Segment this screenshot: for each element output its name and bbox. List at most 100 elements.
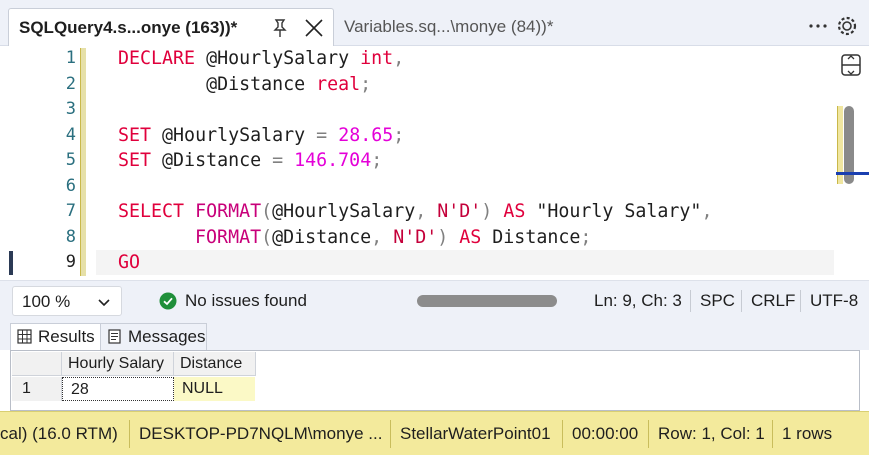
editor-margin: [0, 46, 14, 280]
code-line-9: GO: [118, 250, 140, 276]
punct: ): [437, 226, 449, 248]
encoding[interactable]: UTF-8: [810, 291, 858, 311]
tab-sqlquery4[interactable]: SQLQuery4.s...onye (163))*: [8, 8, 334, 46]
tab-messages[interactable]: Messages: [100, 323, 207, 350]
chevron-down-icon: [97, 296, 111, 308]
column-header[interactable]: Distance: [174, 352, 256, 376]
horizontal-scrollbar-thumb[interactable]: [417, 295, 557, 307]
whitespace-mode[interactable]: SPC: [700, 291, 735, 311]
alias: Distance: [492, 226, 581, 248]
keyword: SELECT: [118, 201, 185, 222]
line-number: 2: [65, 73, 76, 94]
divider: [772, 420, 773, 448]
punct: ;: [580, 226, 592, 248]
string: N'D': [393, 226, 438, 248]
divider: [129, 420, 130, 448]
code-line-7: SELECT FORMAT(@HourlySalary, N'D') AS "H…: [118, 199, 712, 225]
elapsed-time: 00:00:00: [572, 424, 639, 443]
variable: @Distance: [272, 226, 372, 248]
punct: ,: [371, 226, 383, 248]
line-number: 3: [65, 99, 76, 119]
function: FORMAT: [195, 226, 262, 248]
vertical-scrollbar[interactable]: [836, 46, 869, 280]
messages-icon: [107, 326, 122, 344]
grid-corner[interactable]: [12, 352, 62, 376]
number: 146.704: [294, 150, 372, 171]
line-number: 5: [65, 150, 76, 170]
cursor-position[interactable]: Ln: 9, Ch: 3: [594, 291, 682, 311]
zoom-value: 100 %: [22, 292, 71, 311]
tab-results[interactable]: Results: [10, 323, 101, 350]
tab-messages-label: Messages: [128, 327, 206, 346]
issues-status[interactable]: No issues found: [185, 291, 307, 311]
operator: =: [316, 124, 328, 146]
operator: =: [272, 150, 284, 171]
line-number-current: 9: [65, 252, 76, 272]
type: real: [316, 73, 361, 95]
number: 28.65: [338, 124, 394, 146]
divider: [690, 290, 691, 312]
code-line-8: FORMAT(@Distance, N'D') AS Distance;: [118, 225, 591, 251]
close-icon[interactable]: [301, 15, 327, 41]
line-number: 1: [65, 48, 76, 68]
line-number: 4: [65, 124, 76, 145]
punct: (: [261, 201, 273, 222]
keyword: DECLARE: [118, 48, 196, 69]
function: FORMAT: [195, 201, 262, 222]
grid-cell[interactable]: NULL: [174, 377, 255, 401]
line-ending[interactable]: CRLF: [751, 291, 795, 311]
tab-title: SQLQuery4.s...onye (163))*: [19, 18, 238, 37]
type: int: [360, 48, 394, 69]
divider: [390, 420, 391, 448]
server-version: cal) (16.0 RTM): [0, 424, 118, 443]
check-circle-icon: [159, 292, 177, 310]
row-number[interactable]: 1: [12, 377, 62, 401]
keyword: GO: [118, 252, 141, 273]
variable: @HourlySalary: [162, 124, 306, 146]
keyword: AS: [459, 226, 482, 248]
punct: ,: [393, 48, 405, 69]
variable: @Distance: [206, 73, 306, 95]
keyword: SET: [118, 124, 152, 146]
divider: [562, 420, 563, 448]
results-grid[interactable]: Hourly Salary Distance 1 28 NULL: [10, 350, 860, 411]
keyword: AS: [503, 201, 526, 222]
code-line-1: DECLARE @HourlySalary int,: [118, 46, 404, 72]
line-number: 8: [65, 226, 76, 247]
punct: ,: [701, 201, 713, 222]
punct: (: [261, 226, 273, 248]
code-line-4: SET @HourlySalary = 28.65;: [118, 123, 404, 149]
current-line-highlight: [96, 250, 834, 275]
scroll-caret-mark: [836, 172, 869, 175]
divider: [800, 290, 801, 312]
tab-results-label: Results: [38, 327, 95, 346]
database-name: StellarWaterPoint01: [400, 424, 551, 443]
gear-icon[interactable]: [834, 13, 860, 39]
results-tab-bar: Results Messages: [0, 320, 869, 350]
string: N'D': [437, 201, 482, 222]
alias: "Hourly Salary": [536, 201, 702, 222]
punct: ;: [360, 73, 372, 95]
column-header[interactable]: Hourly Salary: [62, 352, 174, 376]
punct: ,: [415, 201, 427, 222]
variable: @Distance: [162, 150, 262, 171]
grid-cell-selected[interactable]: 28: [62, 377, 174, 401]
document-tab-bar: SQLQuery4.s...onye (163))* Variables.sq.…: [0, 0, 869, 46]
zoom-dropdown[interactable]: 100 %: [12, 286, 122, 316]
connection-user: DESKTOP-PD7NQLM\monye ...: [139, 424, 383, 443]
code-line-2: @Distance real;: [118, 72, 371, 98]
sql-editor[interactable]: 1 2 3 4 5 6 7 8 9 DECLARE @HourlySalary …: [0, 46, 869, 280]
divider: [741, 290, 742, 312]
tab-variables[interactable]: Variables.sq...\monye (84))*: [344, 17, 553, 37]
variable: @HourlySalary: [272, 201, 416, 222]
row-col: Row: 1, Col: 1: [658, 424, 765, 443]
split-editor-icon[interactable]: [838, 52, 864, 78]
variable: @HourlySalary: [206, 48, 350, 69]
pin-icon[interactable]: [267, 15, 293, 41]
divider: [648, 420, 649, 448]
punct: ;: [371, 150, 383, 171]
more-icon[interactable]: [806, 13, 830, 37]
keyword: SET: [118, 150, 152, 171]
current-line-marker: [9, 251, 13, 275]
unsaved-change-bar: [80, 48, 86, 276]
